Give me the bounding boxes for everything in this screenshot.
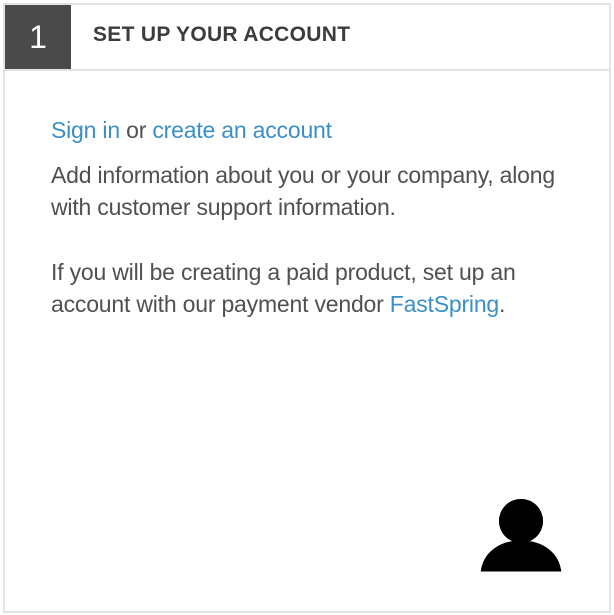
paid-product-period: . <box>499 291 506 317</box>
step-number-badge: 1 <box>5 5 71 69</box>
sign-in-link[interactable]: Sign in <box>51 117 120 143</box>
fastspring-link[interactable]: FastSpring <box>390 291 499 317</box>
signin-line: Sign in or create an account <box>51 114 569 146</box>
card-header: 1 SET UP YOUR ACCOUNT <box>5 5 609 71</box>
user-head-outline <box>499 499 543 543</box>
setup-account-card: 1 SET UP YOUR ACCOUNT Sign in or create … <box>3 3 611 613</box>
signin-connector: or <box>119 117 153 143</box>
user-silhouette-icon <box>477 499 565 573</box>
paid-product-paragraph: If you will be creating a paid product, … <box>51 256 569 320</box>
step-title: SET UP YOUR ACCOUNT <box>93 23 351 46</box>
create-account-link[interactable]: create an account <box>152 117 332 143</box>
info-paragraph: Add information about you or your compan… <box>51 162 555 220</box>
user-body <box>477 537 565 573</box>
